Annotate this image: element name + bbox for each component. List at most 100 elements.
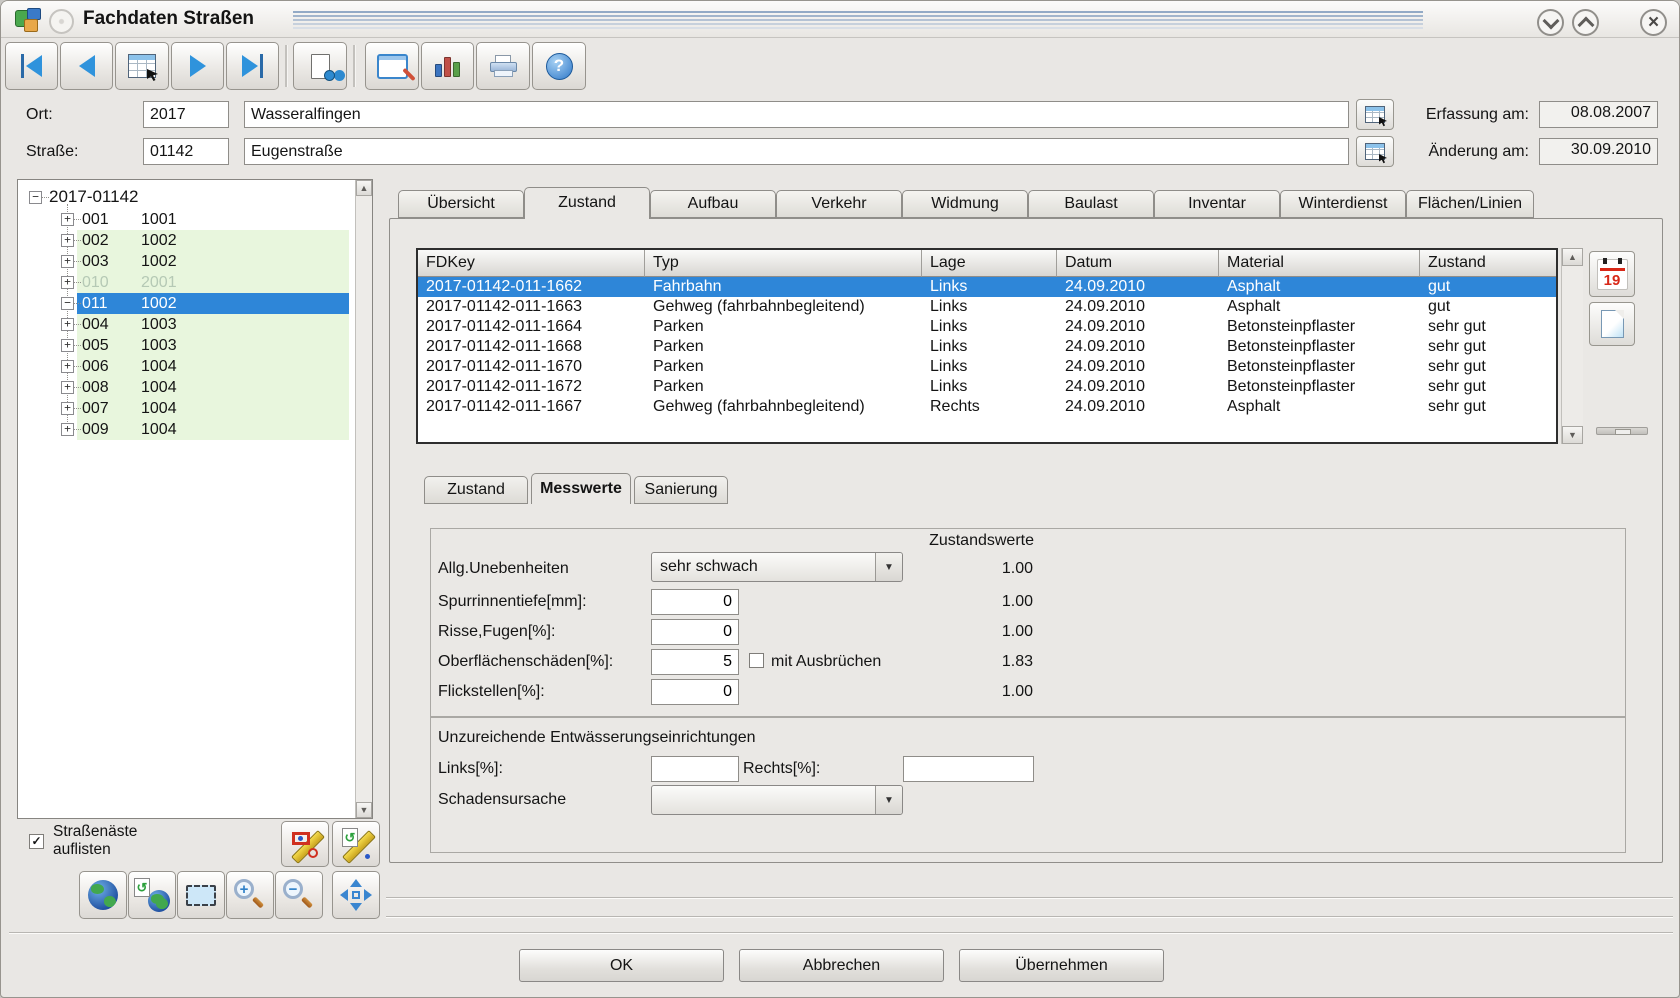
previous-record-button[interactable] xyxy=(60,42,113,90)
map-sync-segment-button[interactable]: ↺ xyxy=(332,821,380,867)
splitter-handle[interactable] xyxy=(1596,427,1648,435)
scroll-down-button[interactable]: ▼ xyxy=(1562,426,1583,444)
unshade-window-button[interactable] xyxy=(1572,9,1599,36)
subtab-zustand[interactable]: Zustand xyxy=(424,476,528,504)
tree-item[interactable]: 0091004 xyxy=(77,419,349,440)
close-window-button[interactable]: × xyxy=(1640,9,1667,36)
column-header-lage[interactable]: Lage xyxy=(922,250,1057,277)
shade-window-button[interactable] xyxy=(1537,9,1564,36)
tree-expander[interactable]: + xyxy=(61,255,74,268)
strasse-code-field[interactable] xyxy=(143,138,229,165)
tree-item[interactable]: 0051003 xyxy=(77,335,349,356)
tree-root-label[interactable]: 2017-01142 xyxy=(49,187,139,207)
map-zoom-window-button[interactable] xyxy=(177,871,225,919)
map-zoom-in-button[interactable]: + xyxy=(226,871,274,919)
strasse-select-button[interactable] xyxy=(1356,136,1394,167)
tree-expander[interactable]: + xyxy=(61,402,74,415)
first-record-button[interactable] xyxy=(5,42,58,90)
tab-winterdienst[interactable]: Winterdienst xyxy=(1280,190,1406,218)
strasse-name-field[interactable] xyxy=(244,138,1349,165)
flickstellen-field[interactable] xyxy=(651,679,739,705)
scroll-up-button[interactable]: ▲ xyxy=(1562,248,1583,266)
tree-item[interactable]: 0031002 xyxy=(77,251,349,272)
column-header-material[interactable]: Material xyxy=(1219,250,1420,277)
report-preview-button[interactable] xyxy=(293,42,347,90)
tree-item[interactable]: 0041003 xyxy=(77,314,349,335)
subtab-sanierung[interactable]: Sanierung xyxy=(634,476,728,504)
table-row[interactable]: 2017-01142-011-1668ParkenLinks24.09.2010… xyxy=(418,337,1556,357)
tree-item[interactable]: 0081004 xyxy=(77,377,349,398)
map-zoom-out-button[interactable]: − xyxy=(275,871,323,919)
scroll-up-button[interactable]: ▲ xyxy=(356,180,372,196)
edit-form-button[interactable] xyxy=(365,42,419,90)
tab-baulast[interactable]: Baulast xyxy=(1028,190,1154,218)
apply-button[interactable]: Übernehmen xyxy=(959,949,1164,982)
ok-button[interactable]: OK xyxy=(519,949,724,982)
tree-root-expander[interactable]: − xyxy=(29,191,42,204)
table-row[interactable]: 2017-01142-011-1672ParkenLinks24.09.2010… xyxy=(418,377,1556,397)
tree-item[interactable]: 0061004 xyxy=(77,356,349,377)
subtab-messwerte[interactable]: Messwerte xyxy=(531,473,631,504)
set-date-button[interactable]: 19 xyxy=(1589,251,1635,297)
next-record-button[interactable] xyxy=(171,42,224,90)
tree-expander[interactable]: + xyxy=(61,381,74,394)
spurrinnentiefe-field[interactable] xyxy=(651,589,739,615)
column-header-datum[interactable]: Datum xyxy=(1057,250,1219,277)
scroll-down-button[interactable]: ▼ xyxy=(356,802,372,818)
window-menu-icon[interactable] xyxy=(49,9,74,34)
column-header-typ[interactable]: Typ xyxy=(645,250,922,277)
cancel-button[interactable]: Abbrechen xyxy=(739,949,944,982)
mit-ausbruechen-checkbox[interactable] xyxy=(749,653,764,668)
tree-expander[interactable]: + xyxy=(61,423,74,436)
tab-flaechen-linien[interactable]: Flächen/Linien xyxy=(1406,190,1534,218)
column-header-fdkey[interactable]: FDKey xyxy=(418,250,645,277)
table-row[interactable]: 2017-01142-011-1667Gehweg (fahrbahnbegle… xyxy=(418,397,1556,417)
tab-aufbau[interactable]: Aufbau xyxy=(650,190,776,218)
tab-inventar[interactable]: Inventar xyxy=(1154,190,1280,218)
tree-item[interactable]: 0071004 xyxy=(77,398,349,419)
schadensursache-dropdown[interactable]: ▼ xyxy=(651,785,903,815)
column-header-zustand[interactable]: Zustand xyxy=(1420,250,1556,277)
map-world-refresh-button[interactable]: ↺ xyxy=(128,871,176,919)
unebenheiten-dropdown[interactable]: sehr schwach ▼ xyxy=(651,552,903,582)
tree-expander[interactable]: + xyxy=(61,213,74,226)
map-select-segment-button[interactable] xyxy=(281,821,329,867)
tab-verkehr[interactable]: Verkehr xyxy=(776,190,902,218)
tree-expander[interactable]: + xyxy=(61,339,74,352)
table-row[interactable]: 2017-01142-011-1670ParkenLinks24.09.2010… xyxy=(418,357,1556,377)
tree-expander[interactable]: − xyxy=(61,297,74,310)
tree-item-disabled[interactable]: 0102001 xyxy=(77,272,349,293)
help-button[interactable]: ? xyxy=(532,42,586,90)
tree-expander[interactable]: + xyxy=(61,360,74,373)
record-list-button[interactable] xyxy=(115,42,169,90)
table-row-selected[interactable]: 2017-01142-011-1662FahrbahnLinks24.09.20… xyxy=(418,277,1556,297)
tree-item[interactable]: 0011001 xyxy=(77,209,349,230)
map-world-button[interactable] xyxy=(79,871,127,919)
statistics-button[interactable] xyxy=(421,42,474,90)
tree-expander[interactable]: + xyxy=(61,318,74,331)
tab-widmung[interactable]: Widmung xyxy=(902,190,1028,218)
tree-item-selected[interactable]: 0111002 xyxy=(77,293,349,314)
links-field[interactable] xyxy=(651,756,739,782)
table-scrollbar[interactable]: ▲ ▼ xyxy=(1561,248,1583,444)
new-record-button[interactable] xyxy=(1589,302,1635,346)
ort-code-field[interactable] xyxy=(143,101,229,128)
tab-zustand[interactable]: Zustand xyxy=(524,187,650,219)
strassenaeste-checkbox[interactable]: ✓ xyxy=(29,834,44,849)
tree-scrollbar[interactable]: ▲ ▼ xyxy=(355,180,372,818)
tree-expander[interactable]: + xyxy=(61,276,74,289)
risse-field[interactable] xyxy=(651,619,739,645)
zoom-in-icon: + xyxy=(234,879,266,911)
print-button[interactable] xyxy=(476,42,530,90)
table-row[interactable]: 2017-01142-011-1664ParkenLinks24.09.2010… xyxy=(418,317,1556,337)
ort-select-button[interactable] xyxy=(1356,99,1394,130)
map-pan-button[interactable] xyxy=(332,871,380,919)
tree-expander[interactable]: + xyxy=(61,234,74,247)
tab-uebersicht[interactable]: Übersicht xyxy=(398,190,524,218)
tree-item[interactable]: 0021002 xyxy=(77,230,349,251)
rechts-field[interactable] xyxy=(903,756,1034,782)
ort-name-field[interactable] xyxy=(244,101,1349,128)
oberflaechen-field[interactable] xyxy=(651,649,739,675)
table-row[interactable]: 2017-01142-011-1663Gehweg (fahrbahnbegle… xyxy=(418,297,1556,317)
last-record-button[interactable] xyxy=(226,42,279,90)
